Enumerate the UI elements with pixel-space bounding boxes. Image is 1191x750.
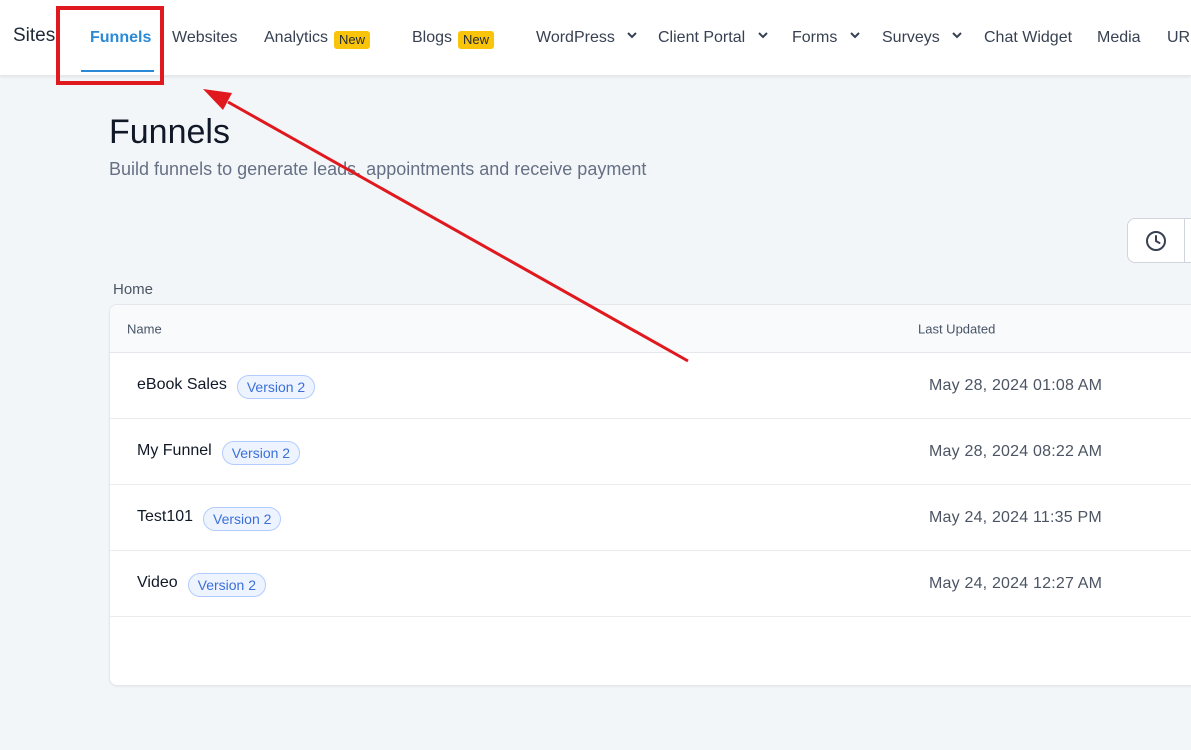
tab-websites[interactable]: Websites [172, 28, 238, 48]
funnel-name[interactable]: Video [137, 574, 178, 592]
last-updated: May 28, 2024 08:22 AM [929, 443, 1103, 460]
chevron-down-icon [757, 32, 768, 39]
funnel-name-cell: My Funnel Version 2 [137, 439, 301, 465]
version-badge: Version 2 [221, 441, 301, 465]
version-badge: Version 2 [236, 375, 316, 399]
funnel-name-cell: Video Version 2 [137, 571, 267, 597]
tab-analytics[interactable]: Analytics [264, 28, 328, 48]
table-row[interactable]: eBook Sales Version 2 May 28, 2024 01:08… [110, 353, 1191, 419]
funnels-table: Name Last Updated eBook Sales Version 2 … [109, 304, 1191, 686]
tab-wordpress-label: WordPress [536, 29, 615, 46]
app-title: Sites [13, 25, 56, 46]
clock-icon [1146, 231, 1166, 251]
button-divider [1184, 219, 1185, 262]
tab-blogs[interactable]: Blogs [412, 28, 452, 48]
top-navigation: Sites Funnels Websites Analytics New Blo… [0, 0, 1191, 76]
last-updated: May 28, 2024 01:08 AM [929, 377, 1103, 394]
funnel-name[interactable]: My Funnel [137, 442, 212, 460]
chevron-down-icon [850, 32, 860, 39]
table-header: Name Last Updated [110, 305, 1191, 353]
tab-chat-widget[interactable]: Chat Widget [984, 28, 1072, 48]
funnel-name[interactable]: eBook Sales [137, 376, 227, 394]
page-subtitle: Build funnels to generate leads, appoint… [109, 159, 647, 179]
version-badge: Version 2 [203, 507, 282, 531]
tab-surveys-label: Surveys [882, 29, 940, 46]
funnel-name[interactable]: Test101 [137, 508, 193, 526]
chevron-down-icon [952, 32, 962, 39]
history-button[interactable] [1127, 218, 1191, 263]
breadcrumb[interactable]: Home [113, 281, 153, 299]
tab-client-portal[interactable]: Client Portal [658, 28, 768, 48]
new-badge-analytics: New [334, 31, 371, 49]
chevron-down-icon [627, 32, 638, 39]
last-updated: May 24, 2024 11:35 PM [929, 509, 1102, 526]
page-title: Funnels [109, 113, 230, 151]
tab-forms[interactable]: Forms [792, 28, 860, 48]
tab-media[interactable]: Media [1097, 28, 1141, 48]
last-updated: May 24, 2024 12:27 AM [929, 575, 1103, 592]
table-row[interactable]: Video Version 2 May 24, 2024 12:27 AM [110, 551, 1191, 617]
annotation-highlight-box [56, 6, 164, 85]
tab-forms-label: Forms [792, 29, 838, 46]
tab-url[interactable]: URL [1167, 28, 1191, 48]
funnel-name-cell: Test101 Version 2 [137, 505, 282, 531]
tab-client-portal-label: Client Portal [658, 29, 746, 46]
column-header-name[interactable]: Name [127, 322, 162, 337]
table-row[interactable]: Test101 Version 2 May 24, 2024 11:35 PM [110, 485, 1191, 551]
column-header-last-updated[interactable]: Last Updated [918, 322, 995, 337]
tab-surveys[interactable]: Surveys [882, 28, 962, 48]
funnel-name-cell: eBook Sales Version 2 [137, 373, 316, 399]
version-badge: Version 2 [187, 573, 267, 597]
table-row[interactable]: My Funnel Version 2 May 28, 2024 08:22 A… [110, 419, 1191, 485]
new-badge-blogs: New [458, 31, 495, 49]
tab-wordpress[interactable]: WordPress [536, 28, 638, 48]
